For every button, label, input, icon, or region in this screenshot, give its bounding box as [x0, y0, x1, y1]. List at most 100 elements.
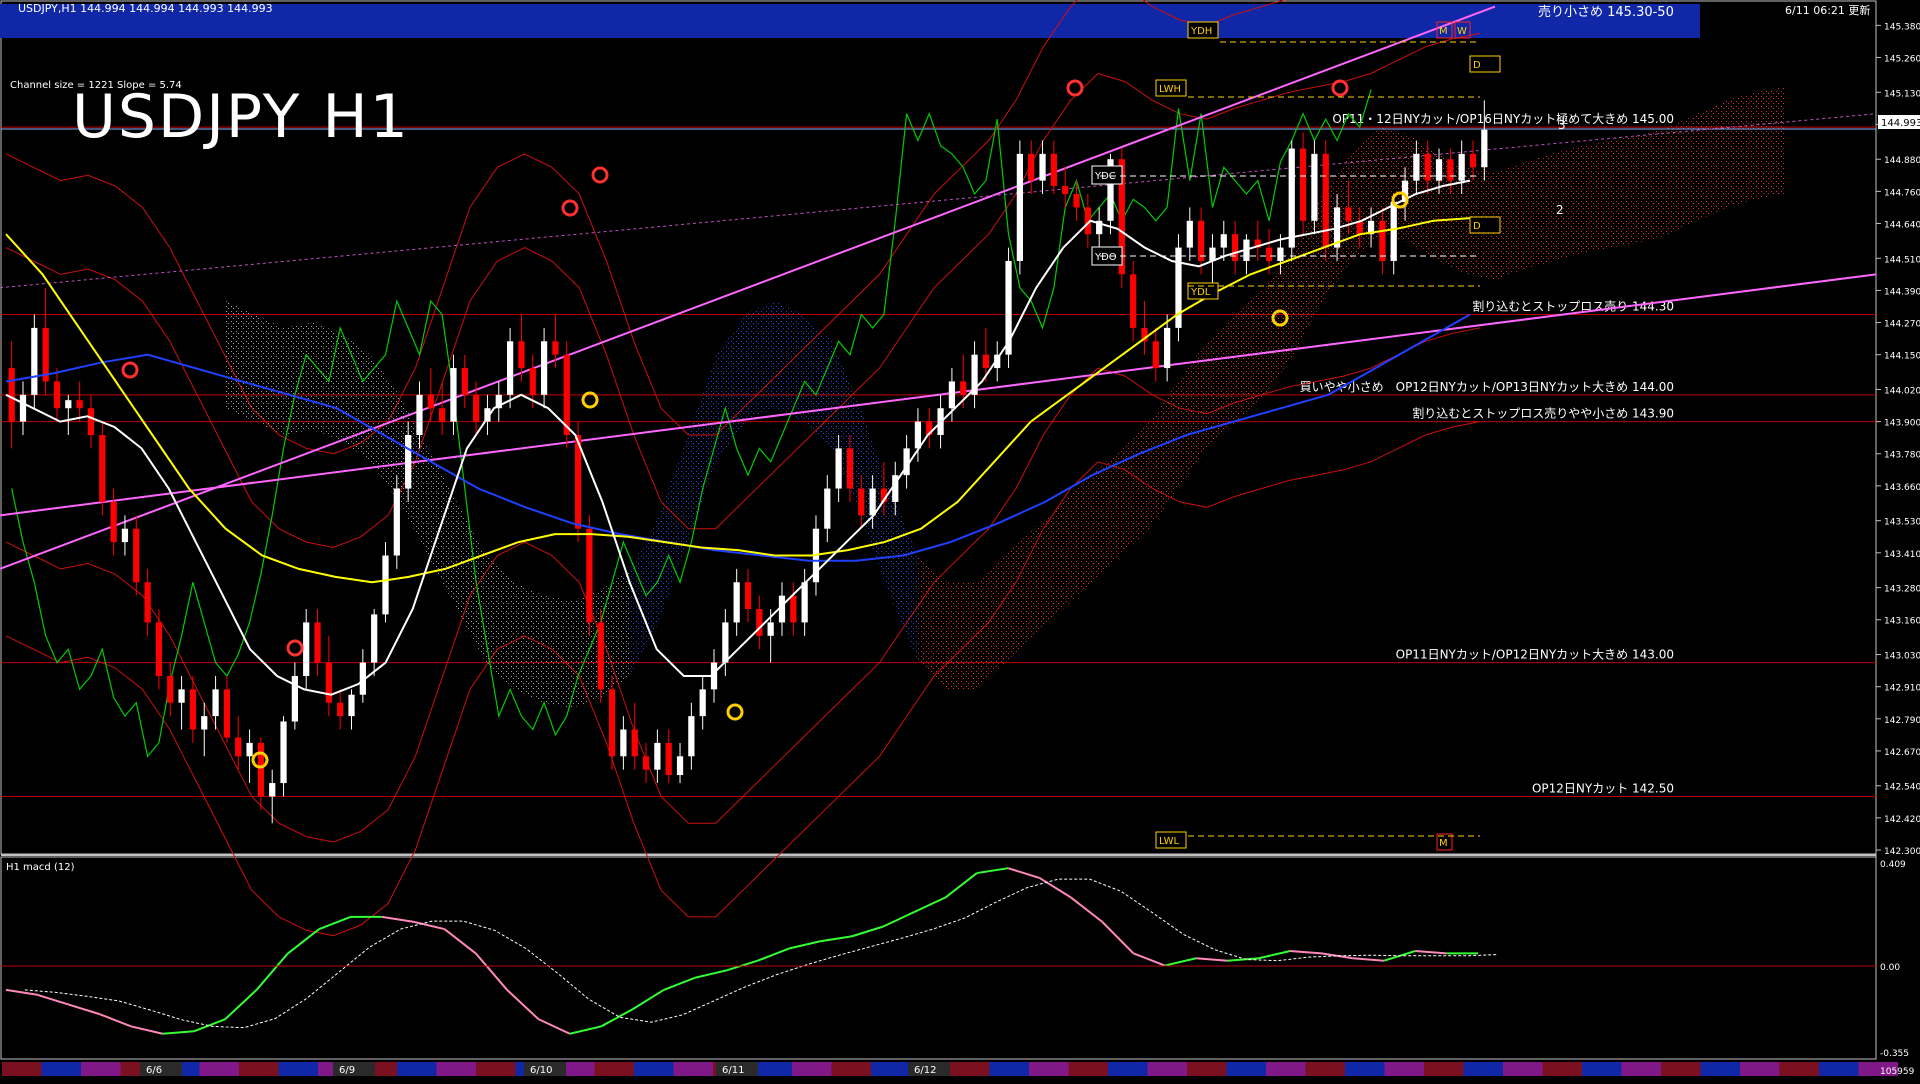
session-block — [397, 1062, 437, 1076]
session-block — [1384, 1062, 1424, 1076]
candle-body — [1016, 153, 1023, 261]
macd-segment — [600, 1008, 633, 1028]
candle-body — [1277, 247, 1284, 261]
macd-segment — [412, 920, 445, 931]
update-datetime: 6/11 06:21 更新 — [1785, 4, 1871, 17]
level-label-5: OP12日NYカット 142.50 — [1532, 781, 1674, 795]
y-tick-label: 143.660 — [1884, 483, 1920, 493]
candle-body — [348, 694, 355, 717]
candle-body — [1073, 194, 1080, 208]
macd-segment — [694, 969, 727, 979]
swing-marker — [121, 361, 139, 379]
candle-body — [540, 341, 548, 395]
session-block — [1740, 1062, 1780, 1076]
session-block — [792, 1062, 832, 1076]
date-label-4: 6/12 — [914, 1065, 936, 1076]
marker-m-label: M — [1439, 26, 1448, 37]
macd-segment — [1321, 952, 1353, 960]
y-tick-label: 143.160 — [1884, 617, 1920, 627]
date-label-2: 6/10 — [530, 1065, 552, 1076]
footer-right-value: 105959 — [1880, 1067, 1915, 1077]
y-tick-label: 145.260 — [1884, 54, 1920, 64]
y-tick-label: 144.020 — [1884, 386, 1920, 396]
candle-body — [642, 756, 650, 770]
projection-label-2: 2 — [1556, 203, 1564, 217]
y-tick-label: 143.030 — [1884, 652, 1920, 662]
macd-segment — [224, 989, 258, 1020]
date-label-3: 6/11 — [722, 1065, 744, 1076]
y-tick-label: 142.540 — [1884, 783, 1920, 793]
candle-body — [99, 435, 106, 502]
date-label-1: 6/9 — [339, 1065, 355, 1076]
chart-title: USDJPY H1 — [72, 82, 410, 152]
level-label-1: 割り込むとストップロス売り 144.30 — [1472, 299, 1674, 314]
candle-body — [246, 742, 253, 757]
macd-segment — [318, 915, 351, 930]
macd-axis-zero: 0.00 — [1880, 963, 1900, 973]
candle-body — [1288, 148, 1295, 248]
macd-segment — [131, 1025, 163, 1035]
swing-marker — [561, 199, 579, 217]
session-block — [199, 1062, 239, 1076]
candle-body — [518, 341, 525, 369]
session-block — [673, 1062, 713, 1076]
candle-body — [654, 742, 661, 770]
macd-segment — [1133, 952, 1166, 967]
macd-segment — [381, 915, 414, 923]
candle-body — [858, 488, 865, 516]
session-block — [1108, 1062, 1148, 1076]
session-block — [1147, 1062, 1187, 1076]
session-block — [1345, 1062, 1385, 1076]
symbol-info: USDJPY,H1 144.994 144.994 144.993 144.99… — [18, 2, 273, 15]
candle-body — [223, 689, 231, 738]
level-label-0: OP11・12日NYカット/OP16日NYカット極めて大きめ 145.00 — [1332, 111, 1674, 126]
macd-segment — [1415, 949, 1447, 955]
candle-body — [1152, 341, 1159, 369]
candle-body — [665, 742, 672, 776]
macd-segment — [631, 989, 665, 1011]
candle-body — [948, 381, 956, 409]
date-label-0: 6/6 — [146, 1065, 162, 1076]
candle-body — [178, 689, 185, 703]
marker-ydo-label: YDO — [1094, 252, 1117, 263]
macd-segment — [1196, 957, 1228, 962]
candle-body — [201, 716, 208, 730]
level-label-4: OP11日NYカット/OP12日NYカット大きめ 143.00 — [1396, 648, 1674, 662]
session-block — [1187, 1062, 1227, 1076]
y-tick-label: 144.270 — [1884, 320, 1920, 330]
candle-body — [699, 689, 706, 717]
session-block — [594, 1062, 634, 1076]
candle-body — [1231, 234, 1239, 261]
candle-body — [1322, 153, 1329, 248]
session-block — [1463, 1062, 1503, 1076]
candle-body — [790, 595, 797, 623]
session-block — [436, 1062, 476, 1076]
candle-body — [133, 528, 140, 583]
macd-segment — [538, 1018, 571, 1035]
session-block — [476, 1062, 516, 1076]
current-price-label: 144.993 — [1881, 118, 1920, 129]
swing-marker — [1066, 79, 1084, 97]
candle-body — [53, 381, 61, 409]
macd-label: H1 macd (12) — [6, 862, 75, 873]
macd-segment — [37, 993, 69, 1006]
candle-body — [1379, 220, 1386, 261]
candle-body — [1265, 247, 1273, 261]
candle-body — [676, 756, 684, 776]
candle-body — [473, 394, 480, 422]
macd-segment — [162, 1030, 194, 1035]
candle-body — [76, 400, 83, 409]
candle-body — [212, 689, 219, 717]
macd-segment — [788, 940, 821, 950]
candle-body — [1469, 153, 1477, 168]
candle-body — [144, 582, 151, 623]
y-tick-label: 142.420 — [1884, 815, 1920, 825]
session-block — [989, 1062, 1029, 1076]
marker-m-low-label: M — [1439, 838, 1448, 849]
macd-segment — [1352, 957, 1385, 962]
candle-body — [439, 408, 446, 422]
candle-body — [303, 622, 310, 676]
candle-body — [1424, 153, 1431, 181]
y-tick-label: 142.910 — [1884, 684, 1920, 694]
macd-segment — [851, 925, 884, 938]
